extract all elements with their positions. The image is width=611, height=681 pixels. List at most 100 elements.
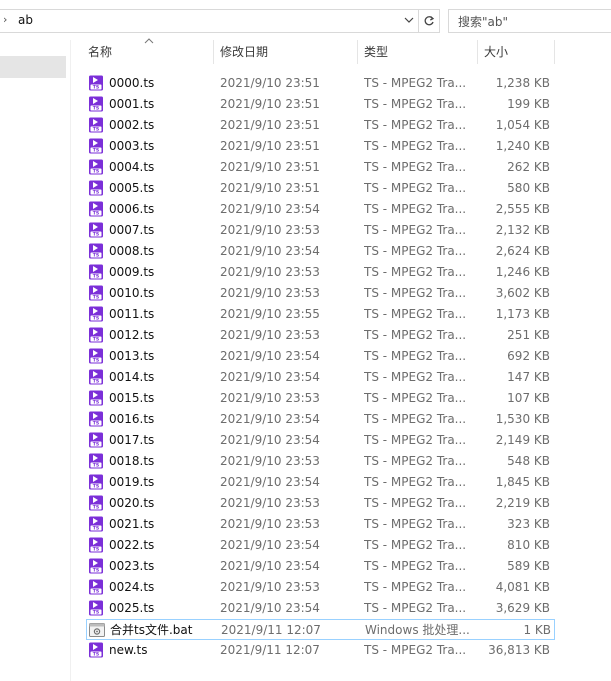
file-type: TS - MPEG2 Tra... xyxy=(364,265,467,279)
file-name: 0001.ts xyxy=(109,97,155,111)
media-file-icon: TS xyxy=(88,159,104,175)
file-row[interactable]: TS 0013.ts 2021/9/10 23:54 TS - MPEG2 Tra..… xyxy=(86,346,554,366)
svg-text:TS: TS xyxy=(93,211,99,217)
column-name[interactable]: 名称 xyxy=(88,36,112,68)
file-name: 0005.ts xyxy=(109,181,155,195)
file-row[interactable]: TS 0014.ts 2021/9/10 23:54 TS - MPEG2 Tra..… xyxy=(86,367,554,387)
file-type: TS - MPEG2 Tra... xyxy=(364,328,467,342)
media-file-icon: TS xyxy=(88,411,104,427)
file-row[interactable]: TS 0020.ts 2021/9/10 23:53 TS - MPEG2 Tra..… xyxy=(86,493,554,513)
svg-text:TS: TS xyxy=(93,190,99,196)
file-row[interactable]: TS new.ts 2021/9/11 12:07 TS - MPEG2 Tra...… xyxy=(86,640,554,660)
file-date: 2021/9/10 23:54 xyxy=(220,601,320,615)
file-name: 0020.ts xyxy=(109,496,155,510)
file-name: 0022.ts xyxy=(109,538,155,552)
breadcrumb-chevron-icon[interactable]: › xyxy=(3,13,7,26)
file-row[interactable]: TS 0016.ts 2021/9/10 23:54 TS - MPEG2 Tra..… xyxy=(86,409,554,429)
file-date: 2021/9/10 23:51 xyxy=(220,118,320,132)
column-divider[interactable] xyxy=(477,40,478,64)
file-type: TS - MPEG2 Tra... xyxy=(364,139,467,153)
file-row[interactable]: TS 0005.ts 2021/9/10 23:51 TS - MPEG2 Tra..… xyxy=(86,178,554,198)
column-divider[interactable] xyxy=(554,40,555,64)
toolbar: › ab 搜索"ab" xyxy=(0,0,611,40)
column-date[interactable]: 修改日期 xyxy=(220,36,268,68)
svg-text:TS: TS xyxy=(93,127,99,133)
media-file-icon: TS xyxy=(88,75,104,91)
file-row[interactable]: TS 0006.ts 2021/9/10 23:54 TS - MPEG2 Tra..… xyxy=(86,199,554,219)
file-name: 0012.ts xyxy=(109,328,155,342)
column-size[interactable]: 大小 xyxy=(484,36,508,68)
file-date: 2021/9/10 23:55 xyxy=(220,307,320,321)
svg-text:TS: TS xyxy=(93,505,99,511)
svg-text:TS: TS xyxy=(93,421,99,427)
file-row[interactable]: TS 0025.ts 2021/9/10 23:54 TS - MPEG2 Tra..… xyxy=(86,598,554,618)
media-file-icon: TS xyxy=(88,579,104,595)
file-row[interactable]: TS 0003.ts 2021/9/10 23:51 TS - MPEG2 Tra..… xyxy=(86,136,554,156)
file-name: 0006.ts xyxy=(109,202,155,216)
refresh-button[interactable] xyxy=(418,9,440,33)
svg-text:TS: TS xyxy=(93,106,99,112)
file-size: 810 KB xyxy=(507,538,550,552)
media-file-icon: TS xyxy=(88,348,104,364)
file-size: 1 KB xyxy=(523,623,551,637)
address-bar[interactable]: › ab xyxy=(0,9,419,33)
file-name: 0008.ts xyxy=(109,244,155,258)
svg-text:TS: TS xyxy=(93,526,99,532)
file-row[interactable]: TS 0022.ts 2021/9/10 23:54 TS - MPEG2 Tra..… xyxy=(86,535,554,555)
file-row[interactable]: TS 0018.ts 2021/9/10 23:53 TS - MPEG2 Tra..… xyxy=(86,451,554,471)
file-type: TS - MPEG2 Tra... xyxy=(364,181,467,195)
file-row[interactable]: TS 0019.ts 2021/9/10 23:54 TS - MPEG2 Tra..… xyxy=(86,472,554,492)
file-date: 2021/9/10 23:54 xyxy=(220,202,320,216)
file-name: 0021.ts xyxy=(109,517,155,531)
file-name: 0017.ts xyxy=(109,433,155,447)
file-row[interactable]: TS 0023.ts 2021/9/10 23:54 TS - MPEG2 Tra..… xyxy=(86,556,554,576)
file-name: 0009.ts xyxy=(109,265,155,279)
media-file-icon: TS xyxy=(88,369,104,385)
nav-selected-item[interactable] xyxy=(0,56,66,78)
file-row[interactable]: TS 0012.ts 2021/9/10 23:53 TS - MPEG2 Tra..… xyxy=(86,325,554,345)
file-row[interactable]: TS 0010.ts 2021/9/10 23:53 TS - MPEG2 Tra..… xyxy=(86,283,554,303)
file-name: 0000.ts xyxy=(109,76,155,90)
svg-text:TS: TS xyxy=(93,274,99,280)
file-row[interactable]: TS 0017.ts 2021/9/10 23:54 TS - MPEG2 Tra..… xyxy=(86,430,554,450)
file-size: 147 KB xyxy=(507,370,550,384)
svg-text:TS: TS xyxy=(93,400,99,406)
file-row[interactable]: TS 0009.ts 2021/9/10 23:53 TS - MPEG2 Tra..… xyxy=(86,262,554,282)
media-file-icon: TS xyxy=(88,453,104,469)
column-divider[interactable] xyxy=(357,40,358,64)
file-date: 2021/9/10 23:51 xyxy=(220,139,320,153)
file-row[interactable]: TS 0021.ts 2021/9/10 23:53 TS - MPEG2 Tra..… xyxy=(86,514,554,534)
navigation-pane[interactable] xyxy=(0,40,71,681)
file-date: 2021/9/10 23:53 xyxy=(220,223,320,237)
svg-text:TS: TS xyxy=(93,253,99,259)
file-size: 2,624 KB xyxy=(495,244,550,258)
file-row[interactable]: TS 0002.ts 2021/9/10 23:51 TS - MPEG2 Tra..… xyxy=(86,115,554,135)
address-path[interactable]: ab xyxy=(18,13,33,27)
file-name: 0007.ts xyxy=(109,223,155,237)
file-row[interactable]: TS 0024.ts 2021/9/10 23:53 TS - MPEG2 Tra..… xyxy=(86,577,554,597)
column-divider[interactable] xyxy=(213,40,214,64)
column-header: 名称 修改日期 类型 大小 xyxy=(82,36,611,68)
search-placeholder[interactable]: 搜索"ab" xyxy=(458,13,508,30)
file-size: 262 KB xyxy=(507,160,550,174)
column-type[interactable]: 类型 xyxy=(364,36,388,68)
file-size: 323 KB xyxy=(507,517,550,531)
chevron-down-icon[interactable] xyxy=(404,15,414,25)
file-row[interactable]: TS 0008.ts 2021/9/10 23:54 TS - MPEG2 Tra..… xyxy=(86,241,554,261)
file-date: 2021/9/10 23:54 xyxy=(220,475,320,489)
file-row[interactable]: TS 0004.ts 2021/9/10 23:51 TS - MPEG2 Tra..… xyxy=(86,157,554,177)
file-name: 0016.ts xyxy=(109,412,155,426)
file-size: 2,149 KB xyxy=(495,433,550,447)
svg-text:TS: TS xyxy=(93,85,99,91)
search-box[interactable]: 搜索"ab" xyxy=(448,9,611,33)
file-row[interactable]: TS 0001.ts 2021/9/10 23:51 TS - MPEG2 Tra..… xyxy=(86,94,554,114)
svg-text:TS: TS xyxy=(93,337,99,343)
file-row[interactable]: TS 0000.ts 2021/9/10 23:51 TS - MPEG2 Tra..… xyxy=(86,73,554,93)
file-name: 0010.ts xyxy=(109,286,155,300)
file-row[interactable]: TS 0007.ts 2021/9/10 23:53 TS - MPEG2 Tra..… xyxy=(86,220,554,240)
file-size: 4,081 KB xyxy=(495,580,550,594)
file-row[interactable]: 合并ts文件.bat 2021/9/11 12:07 Windows 批处理... 1… xyxy=(86,619,555,640)
file-row[interactable]: TS 0011.ts 2021/9/10 23:55 TS - MPEG2 Tra..… xyxy=(86,304,554,324)
media-file-icon: TS xyxy=(88,537,104,553)
file-row[interactable]: TS 0015.ts 2021/9/10 23:53 TS - MPEG2 Tra..… xyxy=(86,388,554,408)
